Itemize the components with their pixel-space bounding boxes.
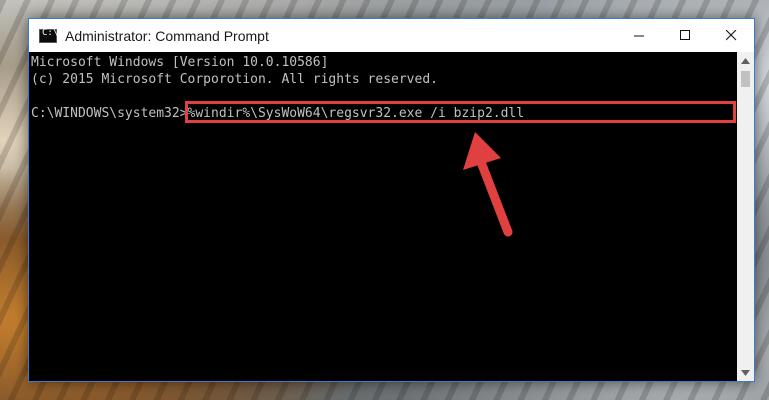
close-button[interactable] xyxy=(708,19,754,52)
scroll-up-button[interactable] xyxy=(737,52,754,69)
scroll-down-button[interactable] xyxy=(737,364,754,381)
cmd-app-icon-glyph: C:\ xyxy=(42,27,59,38)
red-arrow-icon xyxy=(463,132,513,237)
maximize-icon xyxy=(679,30,690,40)
close-icon xyxy=(725,30,736,41)
minimize-button[interactable] xyxy=(616,19,662,52)
vertical-scrollbar[interactable] xyxy=(737,52,754,381)
maximize-button[interactable] xyxy=(662,19,708,52)
scroll-thumb[interactable] xyxy=(741,71,750,87)
title-bar[interactable]: C:\ Administrator: Command Prompt xyxy=(29,19,754,52)
command-highlight-box xyxy=(185,101,736,123)
window-title: Administrator: Command Prompt xyxy=(65,27,269,44)
chevron-down-icon xyxy=(741,369,750,376)
chevron-up-icon xyxy=(741,57,750,64)
minimize-icon xyxy=(633,35,644,37)
console-line-copyright: (c) 2015 Microsoft Corporotion. All righ… xyxy=(31,72,438,87)
cmd-app-icon[interactable]: C:\ xyxy=(39,27,59,43)
command-prompt-window[interactable]: C:\ Administrator: Command Prompt Micros… xyxy=(28,18,755,382)
window-controls xyxy=(616,19,754,52)
console-line-version: Microsoft Windows [Version 10.0.10586] xyxy=(31,55,329,70)
console-output[interactable]: Microsoft Windows [Version 10.0.10586] (… xyxy=(29,52,737,381)
